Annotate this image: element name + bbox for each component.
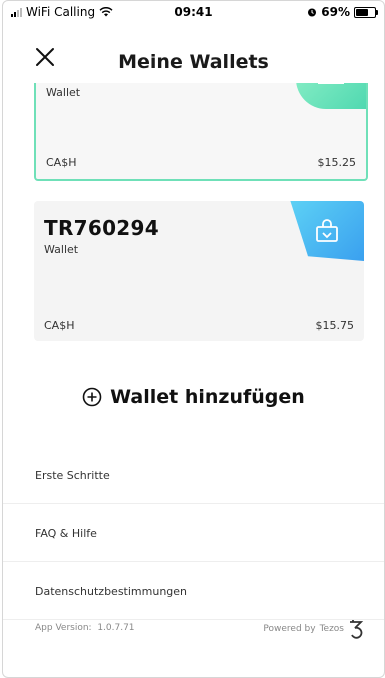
wallet-subtitle: Wallet <box>44 243 79 256</box>
wallet-balance: $15.75 <box>315 319 355 332</box>
footer: App Version: 1.0.7.71 Powered by Tezos <box>3 615 384 655</box>
menu-item-getting-started[interactable]: Erste Schritte <box>3 445 384 504</box>
page-title: Meine Wallets <box>118 51 269 73</box>
menu-item-label: Erste Schritte <box>35 469 110 482</box>
status-right: 69% <box>307 5 378 19</box>
wallet-balance: $15.25 <box>317 156 357 169</box>
powered-by: Powered by Tezos <box>263 619 364 639</box>
app-version-number: 1.0.7.71 <box>97 623 135 633</box>
app-version-label: App Version: <box>35 623 92 633</box>
wallet-name: TR760294 <box>44 216 159 240</box>
menu-item-label: Datenschutzbestimmungen <box>35 585 188 598</box>
plus-circle-icon <box>82 387 102 407</box>
powered-by-label: Powered by <box>263 624 316 634</box>
wallet-subtitle: Wallet <box>46 86 81 99</box>
add-wallet-label: Wallet hinzufügen <box>110 386 305 408</box>
wallet-currency: CA$H <box>46 156 77 169</box>
alarm-icon <box>308 8 317 17</box>
wallet-currency: CA$H <box>44 319 75 332</box>
app-screen: WiFi Calling 09:41 69% Wallet CA$H $15.2… <box>2 0 385 678</box>
add-wallet-button[interactable]: Wallet hinzufügen <box>3 386 384 408</box>
wallet-card[interactable]: TR760294 Wallet CA$H $15.75 <box>34 201 364 341</box>
app-version: App Version: 1.0.7.71 <box>35 623 135 633</box>
menu-item-privacy[interactable]: Datenschutzbestimmungen <box>3 561 384 620</box>
menu-item-label: FAQ & Hilfe <box>35 527 97 540</box>
menu-item-faq[interactable]: FAQ & Hilfe <box>3 503 384 562</box>
brand-name: Tezos <box>319 624 344 634</box>
tezos-logo-icon <box>350 620 364 639</box>
wallet-bag-icon <box>316 219 338 242</box>
nav-header: Meine Wallets <box>3 31 384 83</box>
battery-percent: 69% <box>321 5 350 19</box>
status-bar: WiFi Calling 09:41 69% <box>3 1 384 23</box>
battery-icon <box>354 6 378 18</box>
